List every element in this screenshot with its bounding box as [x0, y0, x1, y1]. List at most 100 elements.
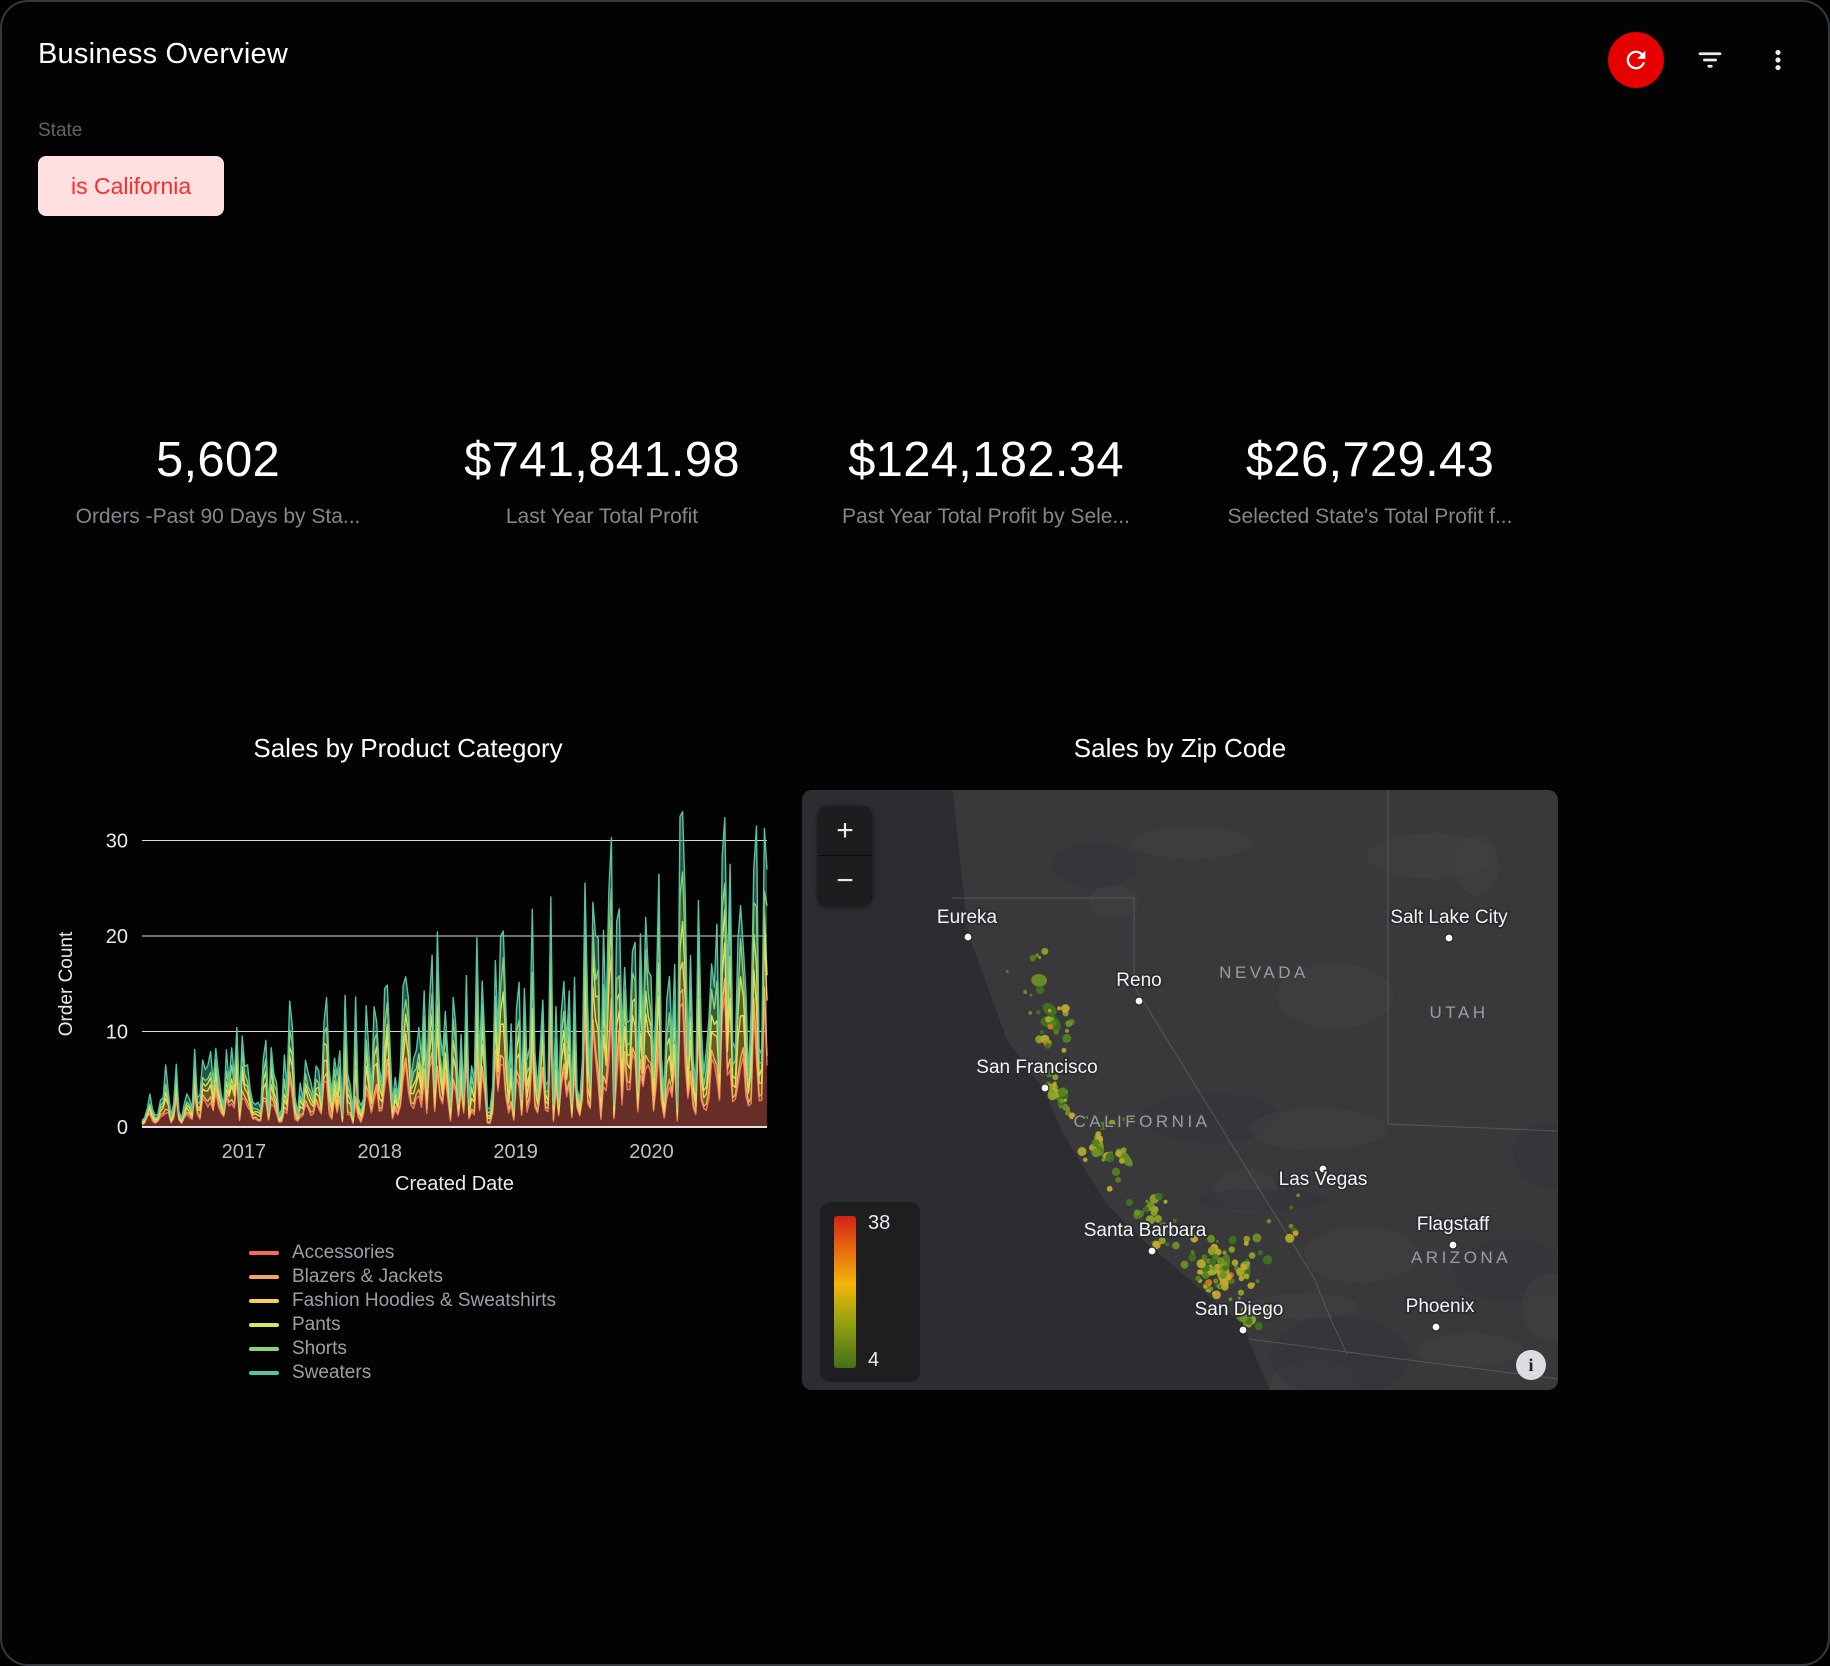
- more-options-icon[interactable]: [1756, 38, 1800, 82]
- zip-dot: [1255, 1322, 1263, 1330]
- terrain-patch: [1052, 842, 1138, 888]
- zip-dot: [1211, 1266, 1215, 1270]
- zip-dot: [1249, 1252, 1256, 1259]
- zip-dot: [1229, 1236, 1237, 1244]
- city-label-san-diego: San Diego: [1195, 1299, 1284, 1320]
- zip-dot: [1057, 1006, 1061, 1010]
- legend-swatch: [249, 1371, 279, 1375]
- zip-dot: [1064, 1099, 1067, 1102]
- zoom-in-button[interactable]: +: [818, 806, 872, 856]
- terrain-patch: [1513, 1122, 1558, 1188]
- zip-dot: [1289, 1205, 1293, 1209]
- zip-dot: [1147, 1201, 1153, 1207]
- refresh-button[interactable]: [1608, 32, 1664, 88]
- zip-dot: [1222, 1251, 1226, 1255]
- city-dot-salt-lake-city: [1445, 934, 1453, 942]
- header-actions: [1608, 32, 1800, 88]
- y-tick-label: 30: [106, 831, 128, 853]
- y-tick-label: 0: [117, 1117, 128, 1139]
- legend-item-pants[interactable]: Pants: [249, 1313, 790, 1337]
- state-label-california: CALIFORNIA: [1073, 1112, 1210, 1131]
- zip-dot: [1197, 1259, 1206, 1268]
- city-dot-eureka: [964, 933, 972, 941]
- terrain-patch: [1304, 1227, 1418, 1283]
- city-label-reno: Reno: [1116, 970, 1161, 991]
- kebab-icon: [1765, 47, 1791, 73]
- zip-dot: [1221, 1283, 1229, 1291]
- state-label-arizona: ARIZONA: [1411, 1248, 1511, 1267]
- legend-item-accessories[interactable]: Accessories: [249, 1241, 790, 1265]
- legend-label: Pants: [292, 1314, 341, 1336]
- zip-dot: [1119, 1158, 1125, 1164]
- filter-icon[interactable]: [1688, 38, 1732, 82]
- city-label-flagstaff: Flagstaff: [1417, 1214, 1490, 1235]
- zip-dot: [1053, 1082, 1057, 1086]
- map-panel: Sales by Zip Code NEVADAUTAHCALIFORNIAAR…: [802, 728, 1558, 1390]
- zip-dot: [1244, 1241, 1249, 1246]
- zip-dot: [1045, 1043, 1051, 1049]
- zip-dot: [1065, 1020, 1072, 1027]
- legend-label: Fashion Hoodies & Sweatshirts: [292, 1290, 556, 1312]
- scorecard-label: Orders -Past 90 Days by Sta...: [26, 505, 410, 529]
- zip-dot: [1065, 1029, 1069, 1033]
- city-label-eureka: Eureka: [937, 907, 998, 928]
- scorecard-label: Past Year Total Profit by Sele...: [794, 505, 1178, 529]
- scale-min-label: 4: [868, 1349, 879, 1372]
- city-label-phoenix: Phoenix: [1406, 1296, 1475, 1317]
- legend-label: Sweaters: [292, 1362, 371, 1384]
- terrain-patch: [1249, 1108, 1387, 1150]
- terrain-patch: [1132, 827, 1252, 859]
- scorecard-orders-past-90-days: 5,602 Orders -Past 90 Days by Sta...: [26, 432, 410, 529]
- map-info-button[interactable]: i: [1516, 1350, 1546, 1380]
- scorecard-value: $124,182.34: [794, 432, 1178, 488]
- x-tick-label: 2018: [358, 1141, 403, 1163]
- zip-dot: [1115, 1177, 1121, 1183]
- legend-swatch: [249, 1347, 279, 1351]
- zip-dot: [1030, 955, 1036, 961]
- zip-dot: [1267, 1219, 1272, 1224]
- legend-item-shorts[interactable]: Shorts: [249, 1337, 790, 1361]
- city-label-las-vegas: Las Vegas: [1279, 1169, 1368, 1190]
- zip-dot: [1054, 1030, 1059, 1035]
- zip-dot: [1061, 1048, 1066, 1053]
- legend-item-blazers-jackets[interactable]: Blazers & Jackets: [249, 1265, 790, 1289]
- legend-label: Blazers & Jackets: [292, 1266, 443, 1288]
- dashboard-page: Business Overview State is California 5,…: [0, 0, 1830, 1666]
- filter-lines-icon: [1695, 45, 1725, 75]
- zip-dot: [1092, 1139, 1100, 1147]
- legend-swatch: [249, 1299, 279, 1303]
- zip-dot: [1202, 1272, 1209, 1279]
- state-label-nevada: NEVADA: [1219, 963, 1309, 982]
- zip-dot: [1181, 1261, 1189, 1269]
- scale-max-label: 38: [868, 1212, 890, 1235]
- zip-dot: [1215, 1284, 1218, 1287]
- zip-dot: [1143, 1206, 1149, 1212]
- zip-dot: [1216, 1270, 1220, 1274]
- zip-dot: [1238, 1290, 1244, 1296]
- zoom-out-button[interactable]: −: [818, 856, 872, 906]
- legend-label: Accessories: [292, 1242, 394, 1264]
- scorecard-past-year-total-profit: $124,182.34 Past Year Total Profit by Se…: [794, 432, 1178, 529]
- zip-dot: [1212, 1291, 1221, 1300]
- map-canvas[interactable]: NEVADAUTAHCALIFORNIAARIZONAEurekaRenoSal…: [802, 790, 1558, 1390]
- state-filter-chip[interactable]: is California: [38, 156, 224, 216]
- zip-dot: [1172, 1242, 1180, 1250]
- legend-swatch: [249, 1251, 279, 1255]
- city-dot-san-diego: [1239, 1326, 1247, 1334]
- zip-dot: [1256, 1279, 1260, 1283]
- legend-item-fashion-hoodies-sweatshirts[interactable]: Fashion Hoodies & Sweatshirts: [249, 1289, 790, 1313]
- x-tick-label: 2020: [629, 1141, 674, 1163]
- category-chart-legend: AccessoriesBlazers & JacketsFashion Hood…: [26, 1241, 790, 1385]
- zip-dot: [1263, 1255, 1272, 1264]
- zip-dot: [1293, 1231, 1299, 1237]
- zip-dot: [1121, 1147, 1127, 1153]
- zip-dot: [1252, 1233, 1261, 1242]
- zip-dot: [1126, 1199, 1133, 1206]
- city-dot-phoenix: [1432, 1323, 1440, 1331]
- zip-dot: [1244, 1274, 1249, 1279]
- category-chart-panel: Sales by Product Category 01020302017201…: [26, 728, 790, 1385]
- zip-dot: [1105, 1153, 1114, 1162]
- zip-dot: [1165, 1242, 1169, 1246]
- scorecard-last-year-total-profit: $741,841.98 Last Year Total Profit: [410, 432, 794, 529]
- legend-item-sweaters[interactable]: Sweaters: [249, 1361, 790, 1385]
